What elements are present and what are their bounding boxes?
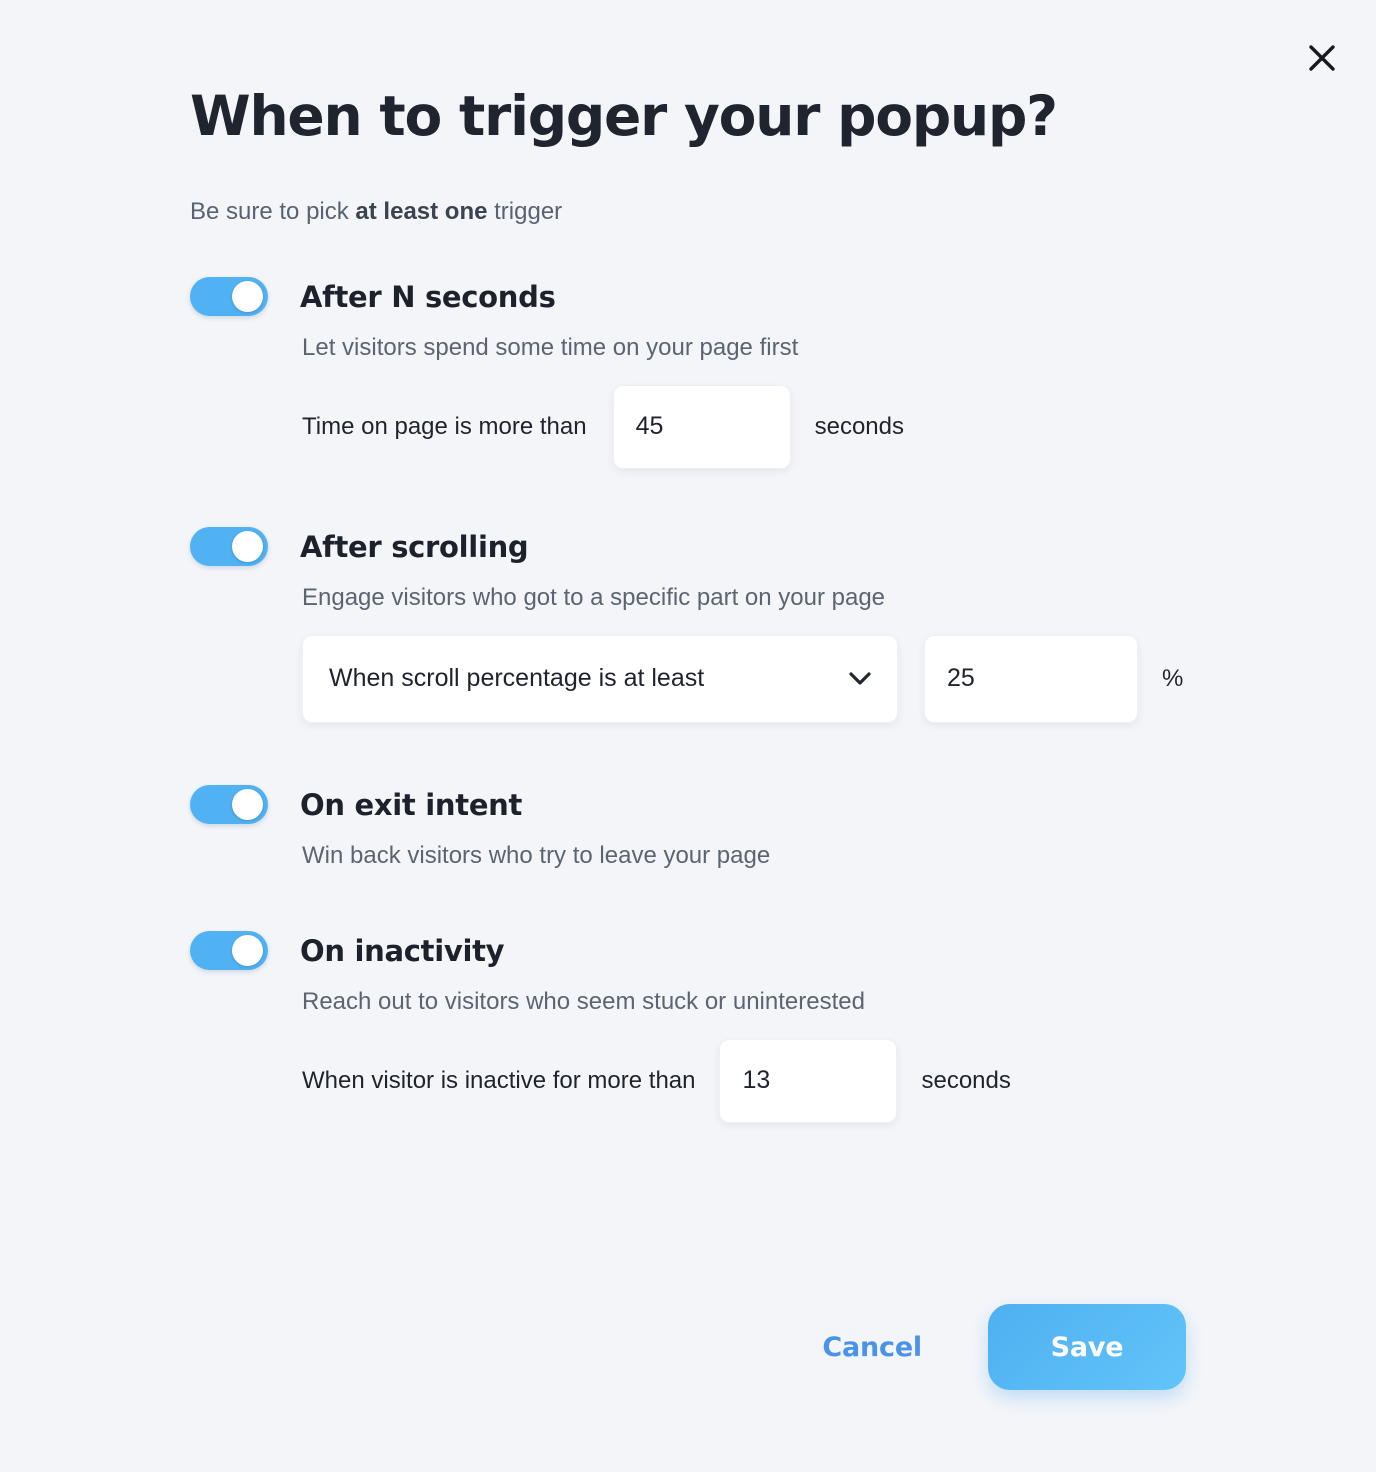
toggle-after-n-seconds[interactable] [190, 277, 268, 317]
subtitle-strong: at least one [355, 197, 488, 225]
trigger-settings-row: Time on page is more than seconds [302, 384, 1310, 469]
dialog-subtitle: Be sure to pick at least one trigger [190, 146, 1310, 227]
dialog-footer: Cancel Save [822, 1304, 1186, 1390]
inactivity-seconds-input[interactable] [719, 1038, 898, 1123]
scroll-condition-select[interactable]: When scroll percentage is at least [302, 634, 898, 723]
trigger-settings-row: When visitor is inactive for more than s… [302, 1038, 1310, 1123]
time-on-page-label: Time on page is more than [302, 412, 587, 440]
trigger-title: After scrolling [300, 529, 529, 564]
inactivity-label: When visitor is inactive for more than [302, 1066, 696, 1094]
trigger-after-n-seconds: After N seconds Let visitors spend some … [190, 275, 1310, 469]
trigger-settings-dialog: When to trigger your popup? Be sure to p… [0, 0, 1376, 1472]
percent-unit-label: % [1162, 664, 1184, 692]
seconds-unit-label: seconds [921, 1066, 1011, 1094]
dialog-content: When to trigger your popup? Be sure to p… [190, 0, 1310, 1123]
seconds-unit-label: seconds [814, 412, 904, 440]
trigger-header: On exit intent [190, 783, 1310, 827]
scroll-condition-value: When scroll percentage is at least [329, 664, 705, 693]
chevron-down-icon [849, 671, 871, 685]
toggle-on-inactivity[interactable] [190, 931, 268, 971]
trigger-after-scrolling: After scrolling Engage visitors who got … [190, 525, 1310, 723]
trigger-on-inactivity: On inactivity Reach out to visitors who … [190, 929, 1310, 1123]
trigger-header: After scrolling [190, 525, 1310, 569]
trigger-description: Let visitors spend some time on your pag… [302, 333, 799, 361]
save-button[interactable]: Save [988, 1304, 1186, 1390]
seconds-input[interactable] [612, 384, 791, 469]
subtitle-prefix: Be sure to pick [190, 197, 356, 225]
trigger-settings-row: When scroll percentage is at least % [302, 634, 1310, 723]
trigger-title: After N seconds [300, 279, 556, 314]
toggle-knob [232, 531, 263, 563]
toggle-knob [232, 935, 263, 967]
subtitle-suffix: trigger [487, 197, 563, 225]
close-icon-glyph [1309, 45, 1335, 71]
toggle-knob [232, 281, 263, 313]
trigger-title: On exit intent [300, 787, 523, 822]
trigger-header: After N seconds [190, 275, 1310, 319]
trigger-description: Engage visitors who got to a specific pa… [302, 583, 886, 611]
trigger-on-exit-intent: On exit intent Win back visitors who try… [190, 783, 1310, 871]
page-title: When to trigger your popup? [190, 84, 1058, 148]
cancel-button[interactable]: Cancel [822, 1332, 922, 1363]
trigger-list: After N seconds Let visitors spend some … [190, 275, 1310, 1123]
trigger-description: Win back visitors who try to leave your … [302, 841, 771, 869]
trigger-header: On inactivity [190, 929, 1310, 973]
toggle-on-exit-intent[interactable] [190, 785, 268, 825]
trigger-title: On inactivity [300, 933, 505, 968]
toggle-after-scrolling[interactable] [190, 527, 268, 567]
scroll-percentage-input[interactable] [924, 634, 1138, 723]
trigger-description: Reach out to visitors who seem stuck or … [302, 987, 865, 1015]
toggle-knob [232, 789, 263, 821]
